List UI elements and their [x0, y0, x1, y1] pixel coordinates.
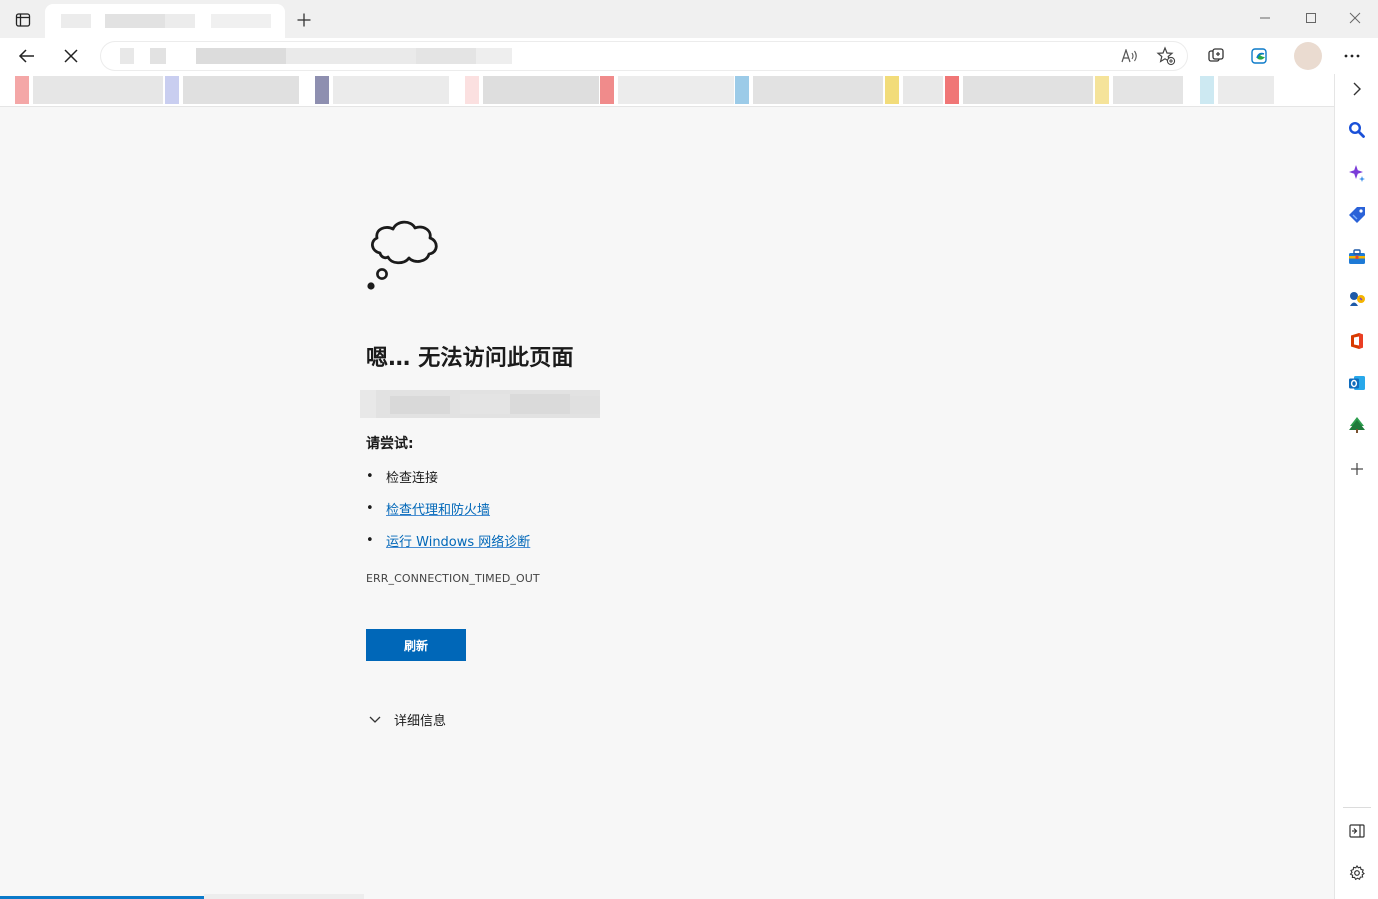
chevron-right-icon [1353, 82, 1361, 96]
bullet: • [366, 533, 374, 548]
games-icon [1350, 292, 1365, 306]
error-title: 嗯… 无法访问此页面 [366, 346, 574, 371]
suggestion-proxy-firewall-link[interactable]: 检查代理和防火墙 [386, 499, 490, 518]
sidebar-collapse-button[interactable] [1344, 76, 1370, 102]
sidebar-copilot[interactable] [1344, 160, 1370, 186]
outlook-icon [1349, 376, 1365, 390]
plus-icon [297, 13, 311, 27]
tab-actions-icon [15, 13, 31, 27]
suggestion-check-connection: 检查连接 [386, 471, 439, 486]
copilot-sparkle-icon [1349, 165, 1365, 182]
favorite-item[interactable] [315, 76, 449, 104]
error-host [360, 390, 600, 418]
back-arrow-icon [18, 49, 34, 63]
favorite-item[interactable] [1095, 76, 1183, 104]
stop-x-icon [64, 49, 78, 63]
read-aloud-button[interactable] [1119, 46, 1141, 66]
stop-loading-button[interactable] [57, 42, 85, 70]
suggestion-network-diagnostics-link[interactable]: 运行 Windows 网络诊断 [386, 531, 530, 550]
sidebar-search[interactable] [1344, 117, 1370, 143]
sidebar-add-button[interactable] [1344, 456, 1370, 482]
tab-strip [0, 0, 1378, 38]
search-icon [1348, 121, 1365, 138]
add-icon [1351, 463, 1363, 475]
sidebar-shopping[interactable] [1344, 202, 1370, 228]
tab-actions-button[interactable] [10, 8, 36, 32]
minimize-button[interactable] [1242, 4, 1288, 32]
read-aloud-icon [1121, 49, 1137, 63]
favorite-item[interactable] [15, 76, 163, 104]
office-icon [1351, 333, 1363, 349]
status-bar [204, 894, 364, 899]
maximize-icon [1306, 13, 1316, 23]
favorite-item[interactable] [465, 76, 599, 104]
favorite-item[interactable] [1200, 76, 1274, 104]
error-page: 嗯… 无法访问此页面 请尝试: • 检查连接 • 检查代理和防火墙 • 运行 W… [0, 107, 1334, 899]
chevron-down-icon [368, 713, 394, 727]
details-toggle[interactable]: 详细信息 [368, 710, 446, 729]
sidebar-games[interactable] [1344, 286, 1370, 312]
favorite-item[interactable] [600, 76, 734, 104]
bullet: • [366, 501, 374, 516]
close-icon [1349, 12, 1361, 24]
tree-icon [1349, 417, 1365, 433]
sidebar-tree[interactable] [1344, 412, 1370, 438]
suggestion-item: • 检查代理和防火墙 [366, 499, 490, 518]
tab-title [61, 14, 271, 28]
shopping-tag-icon [1349, 207, 1365, 223]
new-tab-button[interactable] [292, 8, 316, 32]
thought-cloud-icon [367, 220, 438, 290]
sidebar-divider [1343, 807, 1371, 808]
gear-icon [1349, 865, 1365, 881]
favorite-item[interactable] [165, 76, 299, 104]
copilot-button[interactable] [1246, 42, 1274, 70]
error-code: ERR_CONNECTION_TIMED_OUT [366, 572, 540, 585]
favorite-item[interactable] [885, 76, 943, 104]
profile-avatar[interactable] [1294, 42, 1322, 70]
toolbar [0, 38, 1378, 74]
favorites-bar [0, 74, 1334, 107]
details-label: 详细信息 [394, 714, 447, 729]
refresh-button[interactable]: 刷新 [366, 629, 466, 661]
favorite-item[interactable] [735, 76, 883, 104]
panel-collapse-icon [1349, 824, 1365, 838]
add-favorite-icon [1156, 46, 1176, 66]
suggestion-item: • 检查连接 [366, 467, 438, 486]
active-tab[interactable] [45, 4, 285, 38]
address-url[interactable] [120, 48, 515, 64]
add-favorite-button[interactable] [1155, 46, 1177, 66]
close-window-button[interactable] [1332, 4, 1378, 32]
collections-icon [1208, 48, 1224, 62]
favorite-item[interactable] [945, 76, 1093, 104]
copilot-icon [1251, 48, 1267, 64]
sidebar-settings-button[interactable] [1344, 860, 1370, 886]
sidebar-outlook[interactable] [1344, 370, 1370, 396]
sidebar-tools[interactable] [1344, 244, 1370, 270]
maximize-button[interactable] [1288, 4, 1334, 32]
sidebar-hide-button[interactable] [1344, 818, 1370, 844]
suggestion-item: • 运行 Windows 网络诊断 [366, 531, 530, 550]
address-bar[interactable] [100, 41, 1188, 71]
tools-icon [1349, 249, 1365, 264]
minimize-icon [1260, 17, 1270, 19]
more-button[interactable] [1338, 42, 1366, 70]
try-label: 请尝试: [366, 436, 414, 452]
bullet: • [366, 469, 374, 484]
collections-button[interactable] [1202, 42, 1230, 70]
back-button[interactable] [13, 42, 41, 70]
sidebar [1334, 74, 1378, 899]
more-dots-icon [1344, 54, 1360, 58]
sidebar-office[interactable] [1344, 328, 1370, 354]
